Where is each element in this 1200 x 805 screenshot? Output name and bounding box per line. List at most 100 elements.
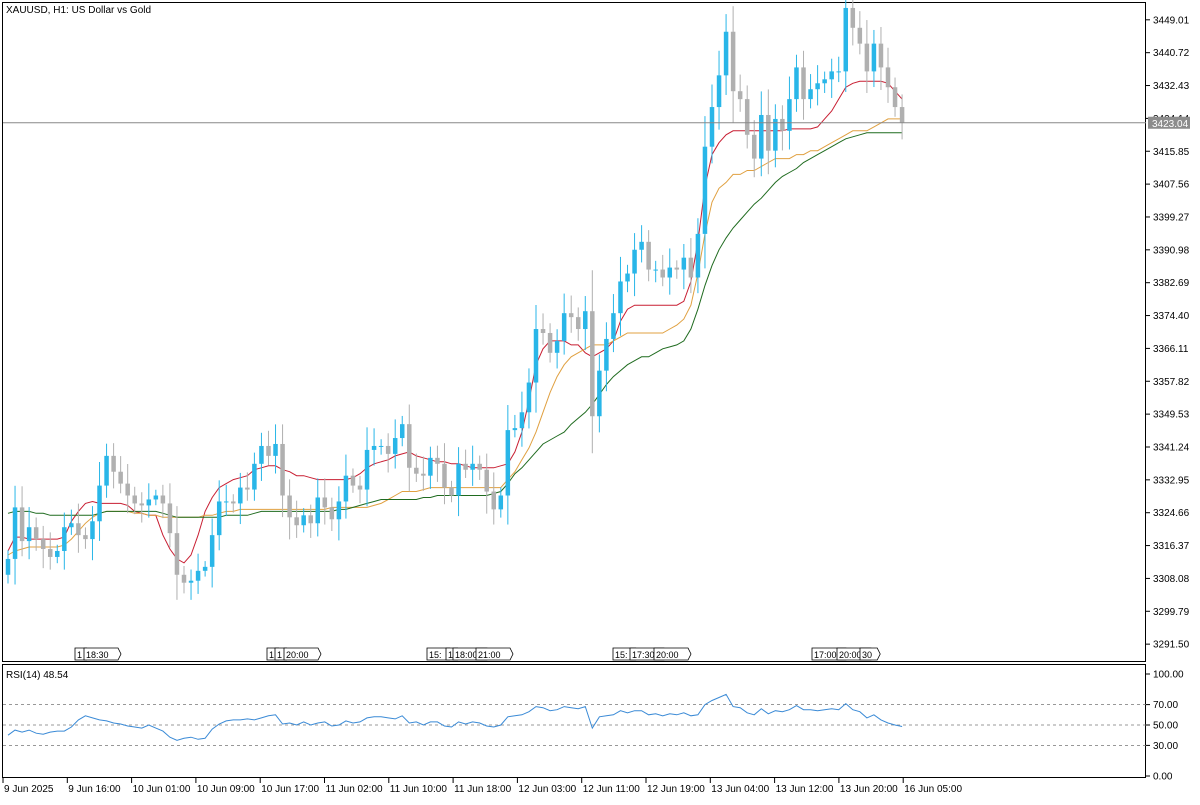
price-tick-label: 3308.08: [1153, 574, 1190, 585]
rsi-panel[interactable]: RSI(14) 48.54: [2, 664, 1147, 778]
event-marker[interactable]: 18:30: [83, 647, 122, 661]
candle-body: [97, 485, 102, 522]
candle-body: [723, 31, 729, 76]
event-marker-label: 1: [269, 650, 274, 660]
price-tick-label: 3357.82: [1153, 377, 1190, 388]
candle-body: [62, 527, 67, 551]
price-tick-label: 3299.79: [1153, 607, 1190, 618]
candle-body: [266, 445, 271, 456]
candle-body: [568, 313, 574, 318]
candle-body: [421, 473, 426, 476]
price-axis[interactable]: 3449.013440.723432.433424.143415.853407.…: [1146, 15, 1190, 651]
rsi-tick-label: 70.00: [1153, 700, 1178, 711]
event-marker-label: 1: [277, 650, 282, 660]
event-marker[interactable]: 21:00: [475, 647, 514, 661]
candle-body: [505, 430, 511, 496]
candle-body: [322, 497, 328, 508]
candle-body: [498, 495, 504, 510]
candle-body: [526, 382, 532, 413]
candle-body: [153, 495, 159, 500]
candle-body: [336, 501, 342, 520]
candle-body: [188, 580, 194, 583]
chart-title: XAUUSD, H1: US Dollar vs Gold: [6, 5, 151, 16]
candle-body: [540, 329, 546, 333]
candle-body: [766, 114, 771, 151]
candle-body: [202, 566, 208, 571]
candle-body: [378, 445, 384, 447]
time-tick-label: 13 Jun 04:00: [711, 784, 769, 795]
price-tick-label: 3440.72: [1153, 48, 1190, 59]
candle-body: [590, 311, 595, 417]
event-marker-label: 1: [77, 650, 82, 660]
candle-body: [315, 497, 321, 524]
price-panel[interactable]: XAUUSD, H1: US Dollar vs Gold 1 18:30 1 1 20…: [2, 0, 1147, 662]
candle-body: [554, 340, 560, 353]
candle-body: [625, 273, 630, 282]
candle-body: [167, 503, 173, 534]
candle-body: [561, 313, 567, 341]
candle-body: [632, 249, 637, 274]
event-marker[interactable]: 20:00: [283, 647, 322, 661]
price-tick-label: 3366.11: [1153, 344, 1189, 355]
candle-body: [681, 257, 687, 270]
candle-body: [69, 523, 74, 528]
price-tick-label: 3415.85: [1153, 147, 1190, 158]
chart-canvas[interactable]: XAUUSD, H1: US Dollar vs Gold 1 18:30 1 1 20…: [0, 0, 1200, 800]
event-marker[interactable]: 20:00: [653, 647, 692, 661]
rsi-axis[interactable]: 100.00 70.00 50.00 30.00 0.00: [1146, 670, 1184, 783]
candle-body: [216, 501, 222, 536]
price-tick-label: 3449.01: [1153, 15, 1190, 26]
event-marker-label: 20:00: [656, 650, 679, 660]
candle-body: [794, 67, 799, 100]
time-tick-label: 13 Jun 20:00: [840, 784, 898, 795]
candle-body: [702, 146, 708, 234]
candle-body: [118, 471, 123, 484]
trading-chart-window: XAUUSD, H1: US Dollar vs Gold 1 18:30 1 1 20…: [0, 0, 1200, 800]
candle-body: [815, 83, 820, 90]
candle-body: [575, 317, 581, 330]
event-marker-label: 30: [862, 650, 872, 660]
event-marker-label: 15:: [429, 650, 442, 660]
candle-body: [836, 71, 841, 73]
candle-body: [343, 475, 349, 502]
candle-body: [252, 463, 257, 490]
candle-body: [899, 107, 905, 123]
candle-body: [26, 527, 32, 542]
time-tick-label: 12 Jun 03:00: [518, 784, 576, 795]
time-tick-label: 10 Jun 17:00: [261, 784, 319, 795]
candle-body: [76, 523, 81, 536]
time-axis[interactable]: 9 Jun 2025 9 Jun 16:00 10 Jun 01:00 10 Jun …: [2, 778, 962, 795]
candle-body: [160, 495, 166, 504]
candle-body: [83, 535, 88, 540]
candle-body: [104, 455, 109, 486]
candle-body: [892, 87, 898, 108]
candle-body: [885, 67, 891, 88]
candle-body: [773, 118, 778, 151]
candle-body: [350, 475, 356, 486]
event-marker-label: 1: [448, 650, 453, 660]
candle-body: [864, 43, 870, 72]
candle-body: [364, 449, 370, 490]
candle-body: [245, 487, 250, 490]
candle-body: [428, 457, 433, 476]
candle-body: [674, 267, 680, 270]
candle-body: [111, 455, 116, 472]
candle-body: [533, 329, 539, 383]
candle-body: [195, 570, 201, 581]
time-tick-label: 9 Jun 2025: [4, 784, 54, 795]
candle-body: [40, 539, 46, 550]
event-marker[interactable]: 30: [859, 647, 881, 661]
candle-body: [294, 517, 299, 526]
candle-body: [744, 99, 750, 135]
candle-body: [407, 424, 412, 468]
candle-body: [259, 445, 264, 464]
candle-body: [709, 107, 715, 147]
candle-body: [55, 550, 60, 557]
rsi-tick-label: 50.00: [1153, 721, 1178, 732]
time-tick-label: 16 Jun 05:00: [904, 784, 962, 795]
price-tick-label: 3291.50: [1153, 640, 1190, 651]
time-tick-label: 12 Jun 19:00: [647, 784, 705, 795]
candle-body: [139, 503, 145, 506]
rsi-panel-frame: [2, 664, 1146, 778]
candle-body: [547, 332, 553, 353]
